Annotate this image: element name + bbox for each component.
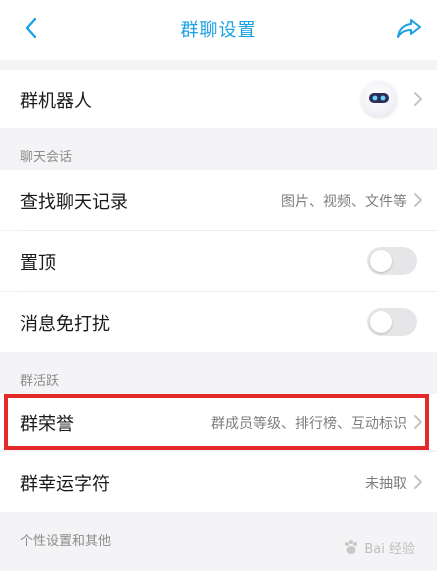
row-value: 未抽取: [365, 476, 407, 492]
row-search-history[interactable]: 查找聊天记录 图片、视频、文件等: [0, 170, 437, 230]
toggle-knob: [370, 250, 392, 272]
chevron-right-icon: [414, 475, 422, 489]
chevron-right-icon: [414, 92, 422, 106]
do-not-disturb-toggle[interactable]: [367, 308, 417, 336]
row-group-robot[interactable]: 群机器人: [0, 70, 437, 128]
row-pin-chat: 置顶: [0, 231, 437, 291]
watermark-text: Bai 经验: [364, 542, 415, 557]
row-label: 消息免打扰: [20, 314, 110, 335]
row-label: 群机器人: [20, 91, 92, 112]
row-label: 置顶: [20, 253, 56, 274]
row-label: 群幸运字符: [20, 474, 110, 495]
highlight-frame: [4, 394, 429, 450]
toggle-knob: [370, 311, 392, 333]
nav-bar: 群聊设置: [0, 0, 437, 60]
row-value: 图片、视频、文件等: [281, 194, 407, 210]
pin-toggle[interactable]: [367, 247, 417, 275]
row-do-not-disturb: 消息免打扰: [0, 292, 437, 352]
row-label: 查找聊天记录: [20, 192, 128, 213]
chevron-right-icon: [414, 193, 422, 207]
section-header-chat: 聊天会话: [20, 150, 73, 165]
row-lucky-character[interactable]: 群幸运字符 未抽取: [0, 452, 437, 512]
robot-avatar: [361, 81, 397, 117]
share-arrow-icon[interactable]: [395, 14, 423, 42]
section-header-personal: 个性设置和其他: [20, 534, 112, 549]
watermark: Bai 经验: [342, 538, 415, 557]
page-title: 群聊设置: [180, 20, 257, 41]
spacer: [0, 60, 437, 70]
paw-logo-icon: [345, 539, 358, 554]
section-header-activity: 群活跃: [20, 374, 60, 389]
